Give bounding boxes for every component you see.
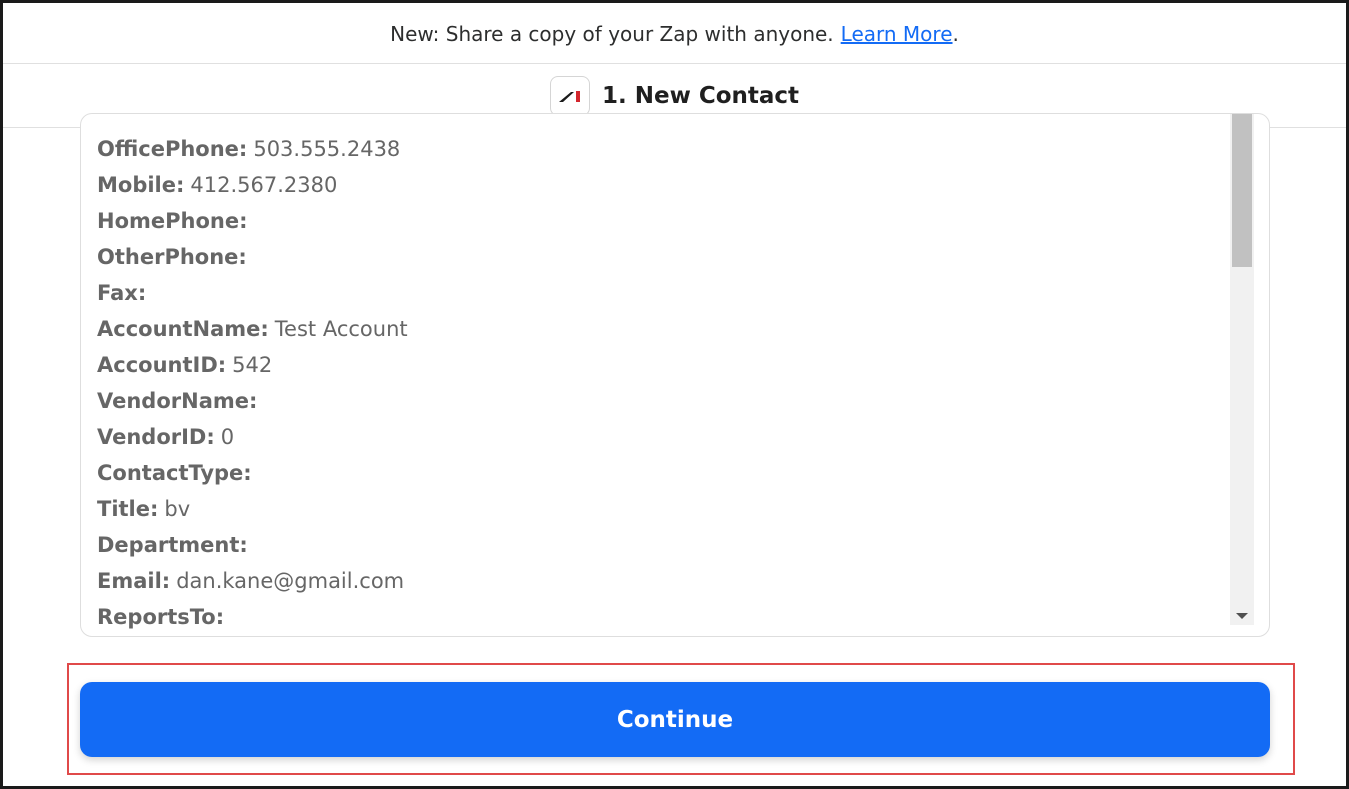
field-row: OfficePhone: 503.555.2438 [97, 131, 1229, 167]
field-key: Email: [97, 569, 171, 593]
field-list: OfficePhone: 503.555.2438 Mobile: 412.567.2… [97, 131, 1229, 635]
field-key: Fax: [97, 281, 147, 305]
banner-period: . [952, 22, 959, 46]
field-row: Title: bv [97, 491, 1229, 527]
field-value: Test Account [274, 317, 408, 341]
field-value: dan.kane@gmail.com [176, 569, 405, 593]
scroll-thumb[interactable] [1232, 114, 1252, 267]
banner-text: New: Share a copy of your Zap with anyon… [390, 22, 834, 46]
field-key: Title: [97, 497, 159, 521]
field-key: OtherPhone: [97, 245, 247, 269]
field-row: Fax: [97, 275, 1229, 311]
page-title: 1. New Contact [601, 82, 800, 109]
field-row: VendorID: 0 [97, 419, 1229, 455]
field-row: HomePhone: [97, 203, 1229, 239]
field-value: 412.567.2380 [190, 173, 338, 197]
field-row: AccountID: 542 [97, 347, 1229, 383]
field-value: 0 [220, 425, 235, 449]
learn-more-link[interactable]: Learn More [841, 22, 953, 46]
app-logo-icon [549, 75, 590, 116]
field-row: VendorName: [97, 383, 1229, 419]
field-key: ReportsTo: [97, 605, 225, 629]
field-key: OfficePhone: [97, 137, 248, 161]
field-value: 503.555.2438 [253, 137, 401, 161]
announcement-banner: New: Share a copy of your Zap with anyon… [3, 3, 1346, 64]
field-value: 542 [232, 353, 273, 377]
field-key: HomePhone: [97, 209, 248, 233]
field-key: AccountID: [97, 353, 227, 377]
field-key: VendorName: [97, 389, 258, 413]
field-key: ContactType: [97, 461, 252, 485]
continue-button[interactable]: Continue [80, 682, 1270, 757]
field-row: Email: dan.kane@gmail.com [97, 563, 1229, 599]
contact-data-panel: OfficePhone: 503.555.2438 Mobile: 412.567.2… [80, 113, 1270, 637]
field-row: AccountName: Test Account [97, 311, 1229, 347]
field-row: Mobile: 412.567.2380 [97, 167, 1229, 203]
field-value: bv [164, 497, 191, 521]
field-key: AccountName: [97, 317, 269, 341]
field-row: Department: [97, 527, 1229, 563]
scroll-down-arrow-icon[interactable] [1236, 613, 1248, 619]
field-key: Department: [97, 533, 248, 557]
field-row: ContactType: [97, 455, 1229, 491]
field-key: Mobile: [97, 173, 185, 197]
scrollbar[interactable] [1230, 114, 1254, 625]
field-key: VendorID: [97, 425, 215, 449]
zap-editor-window: New: Share a copy of your Zap with anyon… [0, 0, 1349, 789]
field-row: OtherPhone: [97, 239, 1229, 275]
field-row: ReportsTo: [97, 599, 1229, 635]
